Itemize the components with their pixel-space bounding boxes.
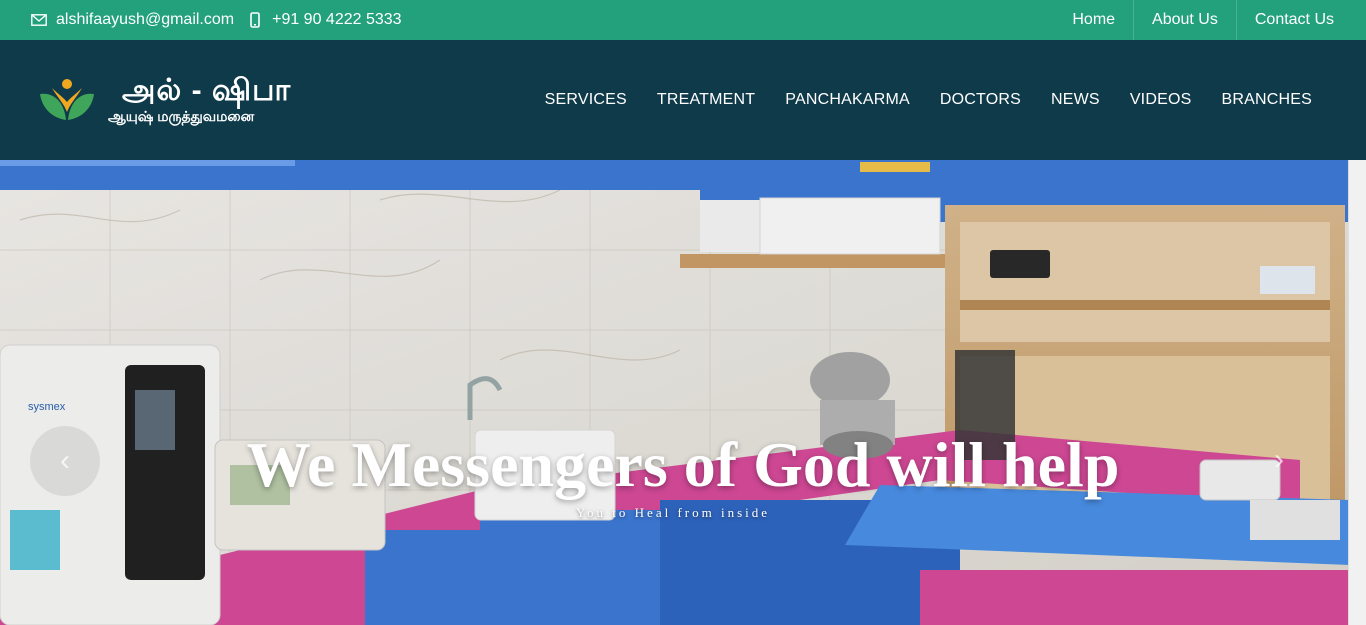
email-contact[interactable]: alshifaayush@gmail.com xyxy=(30,11,234,29)
email-text: alshifaayush@gmail.com xyxy=(56,11,235,28)
mail-icon xyxy=(30,14,48,26)
page-scrollbar[interactable] xyxy=(1348,160,1366,625)
logo-title: அல் - ஷிபா xyxy=(122,74,292,107)
hero-lab-image: sysmex xyxy=(0,160,1366,625)
phone-text: +91 90 4222 5333 xyxy=(272,11,402,28)
main-nav: SERVICES TREATMENT PANCHAKARMA DOCTORS N… xyxy=(515,91,1312,109)
hero-subtitle: You to Heal from inside xyxy=(575,505,771,520)
phone-icon xyxy=(246,12,264,28)
top-link-about[interactable]: About Us xyxy=(1133,0,1236,40)
site-logo[interactable]: அல் - ஷிபா ஆயுஷ் மருத்துவமனை xyxy=(38,75,291,125)
hero-slider: sysmex ‹ › We Messengers of God will hel… xyxy=(0,160,1366,625)
phone-contact[interactable]: +91 90 4222 5333 xyxy=(246,11,402,29)
top-link-home[interactable]: Home xyxy=(1054,0,1133,40)
top-bar: alshifaayush@gmail.com +91 90 4222 5333 … xyxy=(0,0,1366,40)
nav-services[interactable]: SERVICES xyxy=(545,91,627,109)
main-header: அல் - ஷிபா ஆயுஷ் மருத்துவமனை SERVICES TR… xyxy=(0,40,1366,160)
hero-title: We Messengers of God will help xyxy=(246,429,1120,500)
nav-videos[interactable]: VIDEOS xyxy=(1130,91,1192,109)
logo-subtitle: ஆயுஷ் மருத்துவமனை xyxy=(108,108,255,124)
contact-info: alshifaayush@gmail.com +91 90 4222 5333 xyxy=(30,11,414,29)
nav-doctors[interactable]: DOCTORS xyxy=(940,91,1021,109)
nav-panchakarma[interactable]: PANCHAKARMA xyxy=(785,91,910,109)
top-links: Home About Us Contact Us xyxy=(1054,0,1352,40)
nav-news[interactable]: NEWS xyxy=(1051,91,1100,109)
top-link-contact[interactable]: Contact Us xyxy=(1235,0,1352,40)
nav-treatment[interactable]: TREATMENT xyxy=(657,91,755,109)
nav-branches[interactable]: BRANCHES xyxy=(1221,91,1312,109)
leaf-logo-icon xyxy=(40,79,94,120)
